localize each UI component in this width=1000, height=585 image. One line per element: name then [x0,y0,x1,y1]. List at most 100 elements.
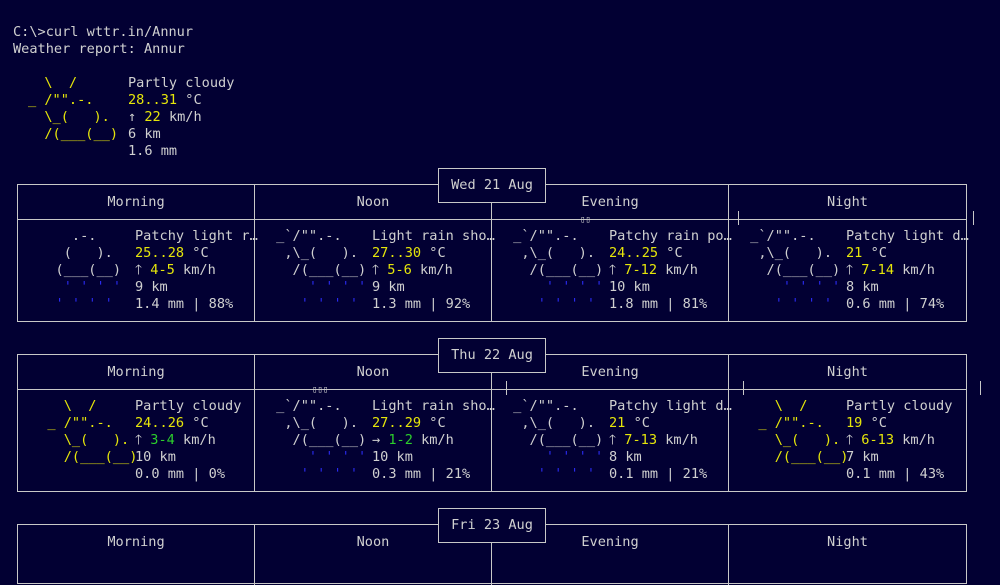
wind-value: 1-2 [388,432,413,448]
precip-text: 1.4 mm | 88% [135,296,234,312]
precip-text: 0.1 mm | 43% [846,466,945,482]
wind-value: 6-13 [861,432,895,448]
weather-art-line: _ /"".-. [742,415,824,431]
wind-direction-icon: 🡑 [135,262,143,278]
current-wind-unit: km/h [168,109,202,125]
current-precip: 1.6 mm [128,143,178,159]
wind-row: 🡑 3-4 km/h [135,432,216,449]
weather-art-line: /(___(__) [268,262,367,278]
temp-unit: °C [192,245,209,261]
current-wind: 22 [144,109,161,125]
wind-direction-icon: → [372,432,381,448]
weather-art-line: \_( ). [31,432,130,448]
temp-value: 25..28 [135,245,185,261]
wind-value: 7-12 [624,262,658,278]
period-header-night: Night [827,534,868,550]
period-header-morning: Morning [107,194,165,210]
glyph-icon: ▯▯ [580,215,591,225]
period-header-morning: Morning [107,534,165,550]
terminal-window[interactable]: C:\>curl wttr.in/Annur Weather report: A… [0,0,1000,585]
precip-text: 0.0 mm | 0% [135,466,226,482]
wind-direction-icon: 🡑 [846,432,854,448]
temp-value: 24..26 [135,415,185,431]
wind-arrow-icon: ↑ [128,109,137,125]
wind-row: 🡑 7-12 km/h [609,262,698,279]
condition-text: Patchy light r… [135,228,258,244]
weather-art-line: \ / [31,398,97,414]
weather-art-line: _ /"".-. [31,415,113,431]
weather-art-line: ,\_( ). [268,245,359,261]
weather-art-line: (___(__) [31,262,122,278]
current-visibility: 6 km [128,126,161,142]
wind-row: → 1-2 km/h [372,432,454,449]
weather-art-line: _`/"".-. [268,398,342,414]
temp-row: 19 °C [846,415,887,432]
current-art-line: \_( ). [28,109,110,125]
condition-text: Light rain sho… [372,228,495,244]
temp-value: 24..25 [609,245,659,261]
visibility-text: 10 km [372,449,413,465]
period-header-night: Night [827,364,868,380]
weather-art-line: ' ' ' ' [268,296,359,312]
weather-art-line: ' ' ' ' [505,449,604,465]
current-condition: Partly cloudy [128,75,235,91]
current-wind-row: ↑ 22 km/h [128,109,202,126]
weather-art-line: ' ' ' ' [268,279,367,295]
date-label: Wed 21 Aug [438,168,546,203]
temp-unit: °C [429,245,446,261]
wind-row: 🡑 5-6 km/h [372,262,453,279]
wind-direction-icon: 🡑 [846,262,854,278]
weather-art-line: /(___(__) [31,449,138,465]
period-header-night: Night [827,194,868,210]
wind-value: 4-5 [150,262,175,278]
current-art-line: /(___(__) [28,126,119,142]
temp-row: 25..28 °C [135,245,209,262]
wind-unit: km/h [183,262,216,278]
visibility-text: 10 km [609,279,650,295]
weather-art-line: ' ' ' ' [31,279,122,295]
temp-row: 24..25 °C [609,245,683,262]
temp-row: 21 °C [609,415,650,432]
wind-unit: km/h [665,262,698,278]
temp-row: 27..29 °C [372,415,446,432]
temp-unit: °C [870,245,887,261]
temp-unit: °C [870,415,887,431]
weather-art-line: /(___(__) [268,432,367,448]
weather-art-line: ,\_( ). [742,245,833,261]
weather-art-line: _`/"".-. [742,228,816,244]
precip-text: 0.6 mm | 74% [846,296,945,312]
precip-text: 1.8 mm | 81% [609,296,708,312]
wind-value: 3-4 [150,432,175,448]
wind-unit: km/h [421,432,454,448]
temp-value: 27..30 [372,245,422,261]
condition-text: Patchy light d… [846,228,969,244]
condition-text: Partly cloudy [846,398,953,414]
visibility-text: 8 km [609,449,642,465]
visibility-text: 9 km [372,279,405,295]
temp-unit: °C [666,245,683,261]
date-label: Fri 23 Aug [438,508,546,543]
current-art-line: _ /"".-. [28,92,94,108]
condition-text: Patchy rain po… [609,228,732,244]
weather-art-line: ,\_( ). [268,415,359,431]
condition-text: Patchy light d… [609,398,732,414]
wind-value: 7-13 [624,432,658,448]
wind-unit: km/h [420,262,453,278]
weather-art-line: ' ' ' ' [505,279,604,295]
wind-value: 7-14 [861,262,895,278]
weather-art-line: .-. [31,228,97,244]
wind-unit: km/h [183,432,216,448]
temp-value: 21 [846,245,863,261]
temp-unit: °C [633,415,650,431]
weather-art-line: ' ' ' ' [268,449,367,465]
condition-text: Light rain sho… [372,398,495,414]
wind-direction-icon: 🡑 [135,432,143,448]
weather-art-line: _`/"".-. [505,228,579,244]
precip-text: 1.3 mm | 92% [372,296,471,312]
weather-art-line: ' ' ' ' [742,279,841,295]
wind-unit: km/h [665,432,698,448]
wind-direction-icon: 🡑 [372,262,380,278]
wind-value: 5-6 [387,262,412,278]
temp-unit: °C [429,415,446,431]
precip-text: 0.1 mm | 21% [609,466,708,482]
